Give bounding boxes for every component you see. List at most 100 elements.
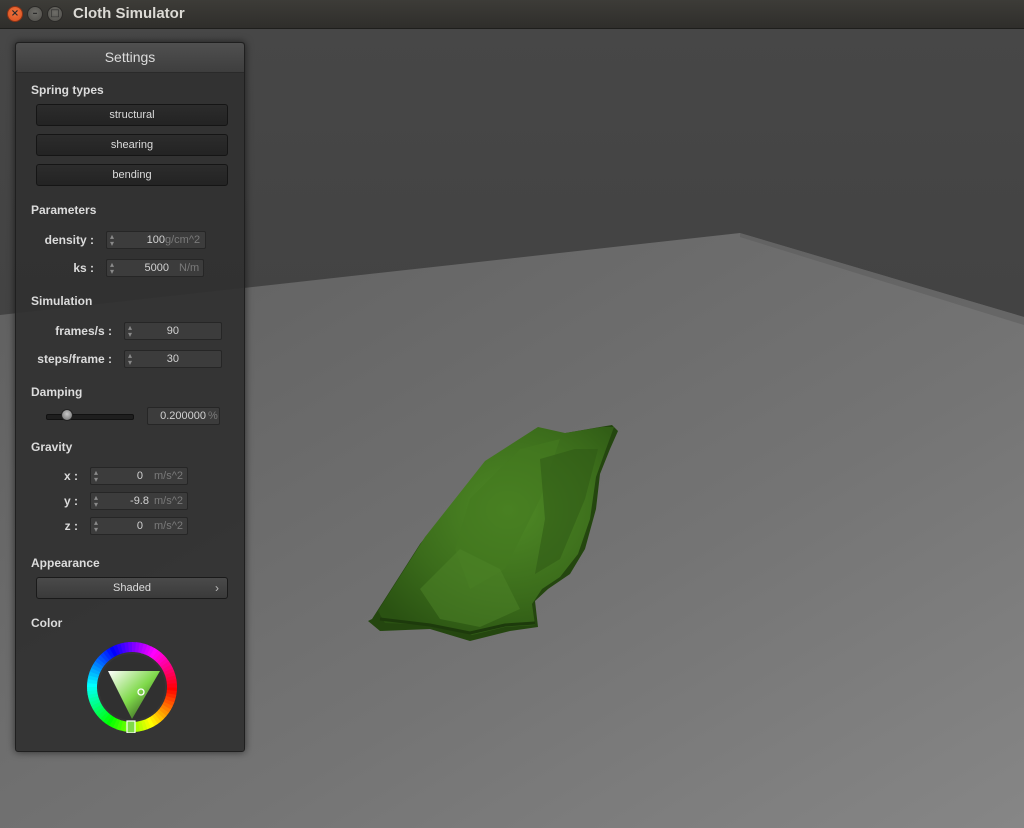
density-label: density : [44,233,94,247]
hue-ring-segment[interactable] [149,648,159,659]
hue-ring-segment[interactable] [91,663,102,673]
hue-ring-segment[interactable] [108,717,118,728]
steps-per-frame-input[interactable]: ▴ ▾ 30 [124,350,222,368]
hue-ring-segment[interactable] [158,658,170,668]
window-maximize-button[interactable]: □ [47,6,63,22]
hue-ring-segment[interactable] [163,667,175,676]
spinner-icon[interactable]: ▴ ▾ [110,233,114,248]
hue-ring-segment[interactable] [93,660,104,670]
hue-ring-segment[interactable] [165,675,177,682]
spinner-icon[interactable]: ▴ ▾ [128,324,132,339]
hue-ring-segment[interactable] [143,718,152,730]
settings-panel-title[interactable]: Settings [16,43,244,73]
gravity-z-value: 0 [136,520,143,532]
hue-ring-segment[interactable] [116,643,124,655]
hue-ring-segment[interactable] [100,652,110,663]
hue-ring-segment[interactable] [154,652,165,663]
hue-ring-segment[interactable] [164,671,176,679]
hue-ring-segment[interactable] [151,713,161,725]
hue-ring-segment[interactable] [89,667,101,676]
gravity-y-input[interactable]: ▴ ▾ -9.8 m/s^2 [90,492,188,510]
hue-ring-segment[interactable] [146,717,155,729]
hue-ring-segment[interactable] [137,720,144,732]
hue-ring-segment[interactable] [146,646,156,657]
damping-heading: Damping [31,385,83,399]
density-input[interactable]: ▴ ▾ 100 g/cm^2 [106,231,206,249]
gravity-x-label: x : [63,469,78,483]
hue-ring-segment[interactable] [141,643,148,655]
spinner-icon[interactable]: ▴ ▾ [94,469,98,484]
hue-ring-segment[interactable] [87,674,99,681]
hue-ring-segment[interactable] [119,720,126,732]
shearing-button[interactable]: shearing [36,134,228,156]
gravity-x-input[interactable]: ▴ ▾ 0 m/s^2 [90,467,188,485]
hue-ring-segment[interactable] [103,649,113,661]
hue-ring-segment[interactable] [166,689,177,696]
hue-ring-segment[interactable] [162,701,173,711]
hue-ring-segment[interactable] [92,704,104,713]
spinner-icon[interactable]: ▴ ▾ [94,494,98,509]
hue-ring-segment[interactable] [162,664,174,673]
ks-input[interactable]: ▴ ▾ 5000 N/m [106,259,204,277]
hue-ring-segment[interactable] [95,657,106,667]
hue-ring-segment[interactable] [112,718,121,730]
gravity-x-value: 0 [136,470,143,482]
hue-ring-segment[interactable] [97,709,108,719]
hue-ring-segment[interactable] [160,661,172,670]
hue-ring-segment[interactable] [90,701,102,710]
damping-slider-track[interactable] [46,414,134,420]
hue-ring-segment[interactable] [102,713,112,724]
hue-ring-segment[interactable] [143,644,152,656]
hue-ring-segment[interactable] [99,711,110,722]
hue-ring-segment[interactable] [87,678,98,685]
gravity-y-value: -9.8 [130,495,149,507]
hue-ring-segment[interactable] [120,642,127,654]
hue-ring-segment[interactable] [160,704,171,714]
spinner-icon[interactable]: ▴ ▾ [128,352,132,367]
hue-ring-segment[interactable] [105,715,115,726]
hue-ring-segment[interactable] [165,693,177,700]
frames-per-second-input[interactable]: ▴ ▾ 90 [124,322,222,340]
gravity-heading: Gravity [31,440,73,454]
settings-panel: Settings Spring types structural shearin… [15,42,245,752]
hue-ring-segment[interactable] [156,655,167,665]
hue-ring-segment[interactable] [134,642,141,653]
hue-ring-segment[interactable] [87,692,99,699]
hue-ring-segment[interactable] [109,645,118,657]
damping-input[interactable]: 0.200000 % [147,407,220,425]
hue-ring-segment[interactable] [116,719,123,731]
hue-ring-segment[interactable] [88,695,100,703]
spinner-icon[interactable]: ▴ ▾ [110,261,114,276]
hue-ring-segment[interactable] [163,698,175,707]
ks-label: ks : [73,261,94,275]
hue-ring-segment[interactable] [89,698,101,707]
hue-ring-segment[interactable] [154,711,164,722]
gravity-y-unit: m/s^2 [154,495,183,507]
window-minimize-button[interactable]: – [27,6,43,22]
bending-button[interactable]: bending [36,164,228,186]
appearance-heading: Appearance [31,556,100,570]
simulation-heading: Simulation [31,294,93,308]
chevron-right-icon: › [215,581,219,595]
hue-ring-segment[interactable] [138,642,145,654]
hue-ring-segment[interactable] [152,650,162,661]
hue-ring-segment[interactable] [149,715,158,727]
window-close-button[interactable]: × [7,6,23,22]
hue-ring-segment[interactable] [94,706,106,716]
gravity-x-unit: m/s^2 [154,470,183,482]
structural-button[interactable]: structural [36,104,228,126]
hue-selector-handle[interactable] [126,720,136,733]
color-wheel-picker[interactable] [86,641,178,733]
damping-slider-handle[interactable] [60,409,73,421]
hue-ring-segment[interactable] [156,709,167,720]
hue-ring-segment[interactable] [164,696,176,703]
hue-ring-segment[interactable] [106,647,115,659]
appearance-dropdown[interactable]: Shaded › [36,577,228,599]
hue-ring-segment[interactable] [140,719,148,731]
gravity-z-input[interactable]: ▴ ▾ 0 m/s^2 [90,517,188,535]
hue-ring-segment[interactable] [158,707,169,717]
hue-ring-segment[interactable] [112,644,121,656]
spinner-icon[interactable]: ▴ ▾ [94,519,98,534]
hue-ring-segment[interactable] [88,671,100,678]
hue-ring-segment[interactable] [97,654,108,665]
